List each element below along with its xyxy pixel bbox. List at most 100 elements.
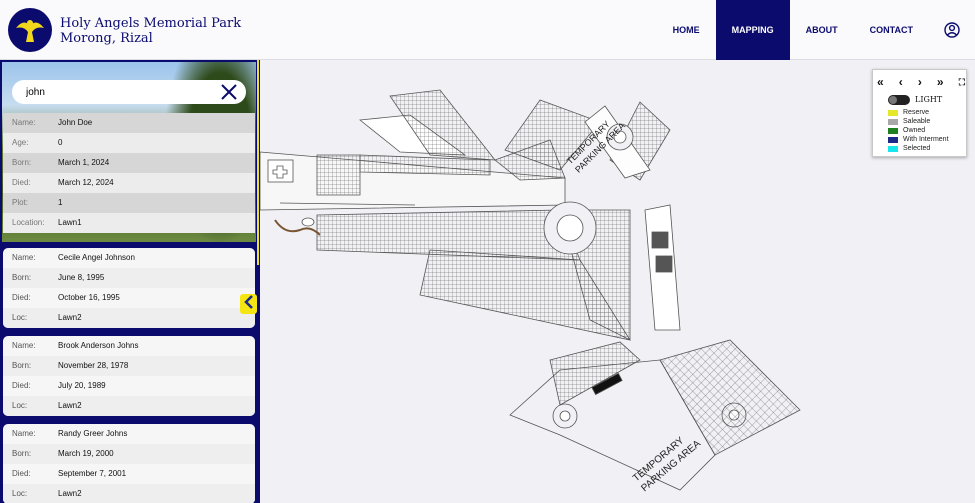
field-value: Lawn2	[58, 401, 82, 410]
field-label: Name:	[12, 118, 36, 127]
field-label: Name:	[12, 341, 36, 350]
result-row: Name: Cecile Angel Johnson	[3, 248, 255, 268]
field-label: Loc:	[12, 401, 28, 410]
field-label: Loc:	[12, 313, 28, 322]
theme-toggle[interactable]	[888, 95, 910, 105]
field-value: March 12, 2024	[58, 178, 114, 187]
result-row: Plot: 1	[3, 193, 255, 213]
chevron-left-icon	[243, 294, 254, 314]
field-label: Died:	[12, 469, 31, 478]
theme-toggle-label: LIGHT	[915, 95, 943, 104]
result-row: Name: Randy Greer Johns	[3, 424, 255, 444]
result-row: Loc: Lawn2	[3, 396, 255, 416]
result-row: Name: John Doe	[3, 113, 255, 133]
angel-logo-icon[interactable]	[8, 8, 52, 52]
field-label: Died:	[12, 381, 31, 390]
field-value: Cecile Angel Johnson	[58, 253, 135, 262]
field-value: John Doe	[58, 118, 93, 127]
legend-item: Owned	[888, 126, 925, 135]
result-row: Born: June 8, 1995	[3, 268, 255, 288]
field-label: Loc:	[12, 489, 28, 498]
field-label: Born:	[12, 361, 32, 370]
legend-swatch	[888, 145, 898, 152]
legend-swatch	[888, 118, 898, 125]
result-card-2[interactable]: Name: Cecile Angel Johnson Born: June 8, 1…	[3, 248, 255, 328]
field-value: June 8, 1995	[58, 273, 105, 282]
result-row: Born: March 1, 2024	[3, 153, 255, 173]
map-legend: « ‹ › » ⛶ LIGHT Reserve Saleable Owned W…	[872, 69, 967, 157]
field-label: Died:	[12, 178, 31, 187]
legend-swatch	[888, 127, 898, 134]
field-value: July 20, 1989	[58, 381, 106, 390]
result-row: Died: September 7, 2001	[3, 464, 255, 484]
next-icon[interactable]: ›	[918, 76, 922, 88]
field-value: Lawn2	[58, 489, 82, 498]
field-value: Lawn1	[58, 218, 82, 227]
result-row: Born: March 19, 2000	[3, 444, 255, 464]
main-nav: HOME MAPPING ABOUT CONTACT	[657, 0, 975, 60]
result-row: Name: Brook Anderson Johns	[3, 336, 255, 356]
legend-swatch	[888, 136, 898, 143]
result-card-4[interactable]: Name: Randy Greer Johns Born: March 19, 20…	[3, 424, 255, 503]
map-controls: « ‹ › » ⛶	[877, 75, 965, 89]
field-label: Born:	[12, 158, 32, 167]
prev-icon[interactable]: ‹	[899, 76, 903, 88]
field-label: Plot:	[12, 198, 29, 207]
field-label: Name:	[12, 253, 36, 262]
legend-item: Selected	[888, 144, 930, 153]
toggle-knob	[889, 96, 897, 104]
legend-item: Saleable	[888, 117, 930, 126]
result-row: Age: 0	[3, 133, 255, 153]
result-row: Loc: Lawn2	[3, 484, 255, 503]
result-card-1[interactable]: Name: John Doe Age: 0 Born: March 1, 2024 D…	[3, 113, 255, 233]
close-icon[interactable]	[220, 83, 238, 101]
field-label: Name:	[12, 429, 36, 438]
nav-contact[interactable]: CONTACT	[854, 0, 929, 60]
collapse-sidebar-button[interactable]	[240, 294, 257, 314]
search-box[interactable]	[12, 80, 246, 104]
field-value: November 28, 1978	[58, 361, 129, 370]
first-icon[interactable]: «	[877, 76, 884, 88]
field-value: 1	[58, 198, 63, 207]
cemetery-map[interactable]: TEMPORARY PARKING AREA TEMPORARY PARKING…	[260, 60, 975, 503]
search-input[interactable]	[26, 84, 211, 100]
brand-title: Holy Angels Memorial Park Morong, Rizal	[60, 16, 241, 46]
legend-label: Saleable	[903, 118, 931, 125]
result-row: Died: March 12, 2024	[3, 173, 255, 193]
brand-line-1: Holy Angels Memorial Park	[60, 16, 242, 31]
field-label: Born:	[12, 273, 32, 282]
field-label: Born:	[12, 449, 32, 458]
legend-label: Owned	[903, 127, 926, 134]
field-value: March 1, 2024	[58, 158, 110, 167]
legend-item: Reserve	[888, 108, 929, 117]
field-value: March 19, 2000	[58, 449, 114, 458]
field-label: Age:	[12, 138, 29, 147]
result-row: Born: November 28, 1978	[3, 356, 255, 376]
legend-label: With Interment	[903, 136, 949, 143]
field-label: Died:	[12, 293, 31, 302]
brand-line-2: Morong, Rizal	[60, 31, 153, 46]
legend-swatch	[888, 109, 898, 116]
user-circle-icon[interactable]	[929, 0, 975, 60]
field-value: Brook Anderson Johns	[58, 341, 139, 350]
nav-home[interactable]: HOME	[657, 0, 716, 60]
legend-label: Reserve	[903, 109, 930, 116]
fullscreen-icon[interactable]: ⛶	[959, 76, 965, 88]
legend-label: Selected	[903, 145, 931, 152]
last-icon[interactable]: »	[937, 76, 944, 88]
search-sidebar: Name: John Doe Age: 0 Born: March 1, 2024 D…	[0, 60, 260, 503]
result-card-3[interactable]: Name: Brook Anderson Johns Born: November …	[3, 336, 255, 416]
map-outline	[260, 89, 801, 491]
result-row: Loc: Lawn2	[3, 308, 255, 328]
top-header: Holy Angels Memorial Park Morong, Rizal …	[0, 0, 975, 60]
nav-about[interactable]: ABOUT	[790, 0, 854, 60]
nav-mapping[interactable]: MAPPING	[715, 0, 790, 60]
field-value: September 7, 2001	[58, 469, 127, 478]
result-row: Location: Lawn1	[3, 213, 255, 233]
field-value: Randy Greer Johns	[58, 429, 128, 438]
field-label: Location:	[12, 218, 45, 227]
result-row: Died: July 20, 1989	[3, 376, 255, 396]
field-value: October 16, 1995	[58, 293, 120, 302]
field-value: Lawn2	[58, 313, 82, 322]
field-value: 0	[58, 138, 63, 147]
